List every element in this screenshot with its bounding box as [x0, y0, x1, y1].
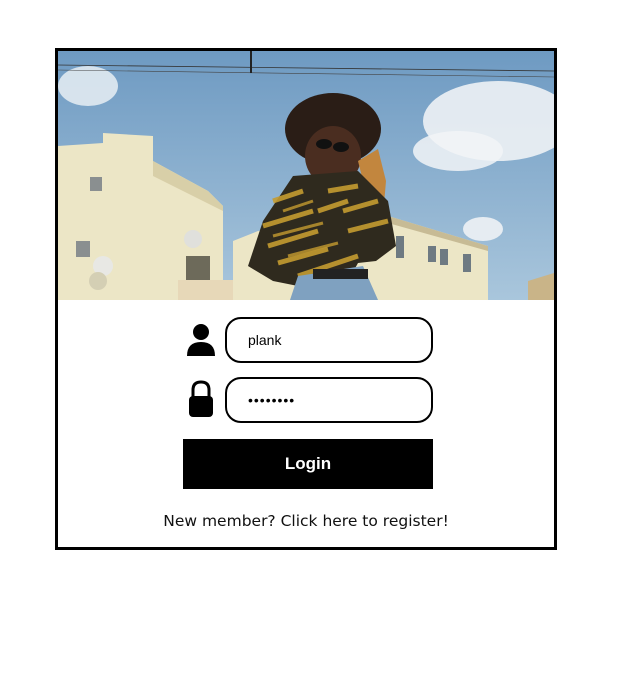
login-card: Login New member? Click here to register…: [55, 48, 557, 550]
user-icon: [187, 324, 215, 356]
password-row: [58, 377, 554, 423]
hero-photo: [58, 51, 554, 300]
password-input[interactable]: [225, 377, 433, 423]
login-button[interactable]: Login: [183, 439, 433, 489]
lock-icon: [189, 380, 213, 417]
username-input[interactable]: [225, 317, 433, 363]
username-row: [58, 317, 554, 363]
register-link[interactable]: New member? Click here to register!: [58, 512, 554, 530]
